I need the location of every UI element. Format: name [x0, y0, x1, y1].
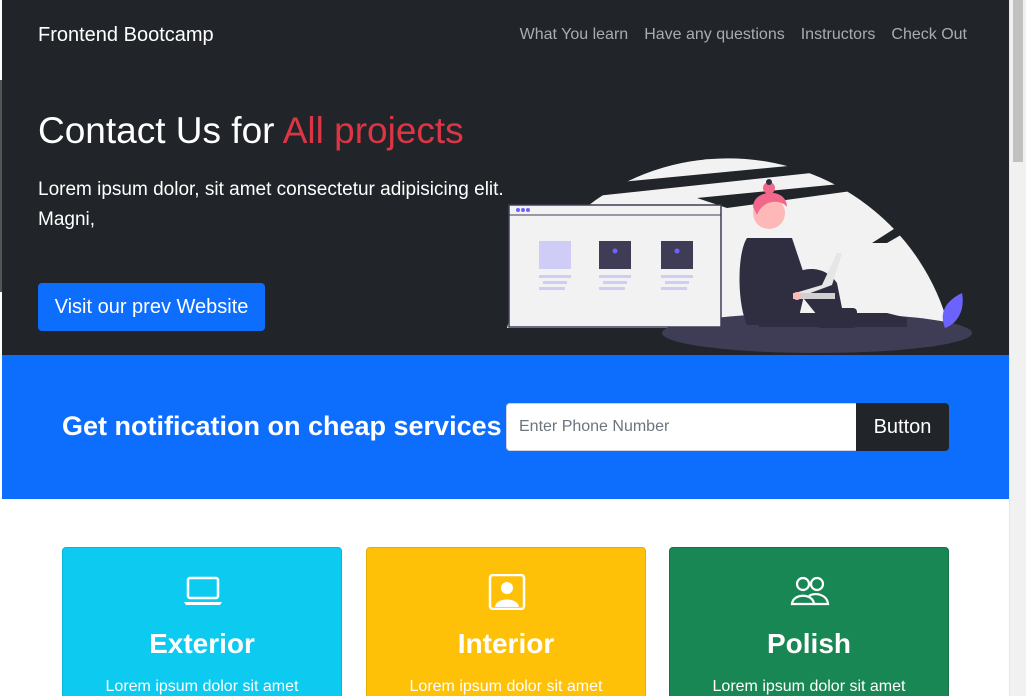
- card-text: Lorem ipsum dolor sit amet: [712, 678, 906, 695]
- nav-link-what-you-learn[interactable]: What You learn: [520, 26, 629, 44]
- hero-section: Contact Us for All projects Lorem ipsum …: [2, 70, 1009, 355]
- nav-link-questions[interactable]: Have any questions: [644, 26, 785, 44]
- laptop-icon: [184, 576, 222, 605]
- notify-submit-button[interactable]: Button: [856, 403, 949, 451]
- hero-text: Lorem ipsum dolor, sit amet consectetur …: [38, 179, 504, 230]
- notification-section: Get notification on cheap services Butto…: [2, 355, 1009, 499]
- navbar-brand[interactable]: Frontend Bootcamp: [38, 24, 214, 47]
- hero-title-prefix: Contact Us for: [38, 110, 283, 151]
- scrollbar-thumb[interactable]: [1013, 0, 1023, 162]
- card-interior: Interior Lorem ipsum dolor sit amet: [366, 547, 646, 696]
- notification-title: Get notification on cheap services: [62, 411, 502, 441]
- phone-number-input[interactable]: [506, 403, 856, 451]
- hero-title: Contact Us for All projects: [38, 110, 464, 152]
- navbar: Frontend Bootcamp What You learn Have an…: [2, 0, 1009, 70]
- page: Frontend Bootcamp What You learn Have an…: [2, 0, 1009, 696]
- person-with-laptop-illustration: [507, 158, 972, 353]
- card-text: Lorem ipsum dolor sit amet: [105, 678, 299, 695]
- card-title: Exterior: [149, 628, 255, 659]
- nav-links: What You learn Have any questions Instru…: [520, 26, 967, 44]
- card-text: Lorem ipsum dolor sit amet: [409, 678, 603, 695]
- card-title: Polish: [766, 628, 851, 659]
- card-title: Interior: [457, 628, 555, 659]
- nav-link-check-out[interactable]: Check Out: [891, 26, 967, 44]
- nav-link-instructors[interactable]: Instructors: [801, 26, 876, 44]
- person-badge-icon: [488, 574, 526, 610]
- hero-title-highlight: All projects: [282, 110, 464, 151]
- people-icon: [790, 576, 830, 606]
- visit-website-button[interactable]: Visit our prev Website: [38, 283, 265, 331]
- card-exterior: Exterior Lorem ipsum dolor sit amet: [62, 547, 342, 696]
- vertical-scrollbar[interactable]: [1009, 0, 1026, 696]
- card-polish: Polish Lorem ipsum dolor sit amet: [669, 547, 949, 696]
